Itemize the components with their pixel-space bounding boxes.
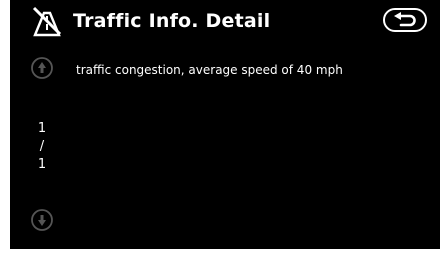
return-arrow-icon bbox=[394, 12, 416, 27]
traffic-message: traffic congestion, average speed of 40 … bbox=[76, 63, 343, 77]
page-separator: / bbox=[39, 139, 45, 154]
current-page: 1 bbox=[37, 121, 47, 136]
scroll-down-button[interactable] bbox=[31, 209, 53, 231]
total-pages: 1 bbox=[37, 157, 47, 172]
back-button[interactable] bbox=[383, 8, 427, 32]
navigation-screen: Traffic Info. Detail traffic congestion,… bbox=[10, 0, 440, 249]
traffic-road-icon bbox=[32, 6, 62, 37]
page-title: Traffic Info. Detail bbox=[73, 10, 271, 32]
scroll-up-button[interactable] bbox=[31, 57, 53, 79]
page-indicator: 1 / 1 bbox=[32, 120, 52, 174]
